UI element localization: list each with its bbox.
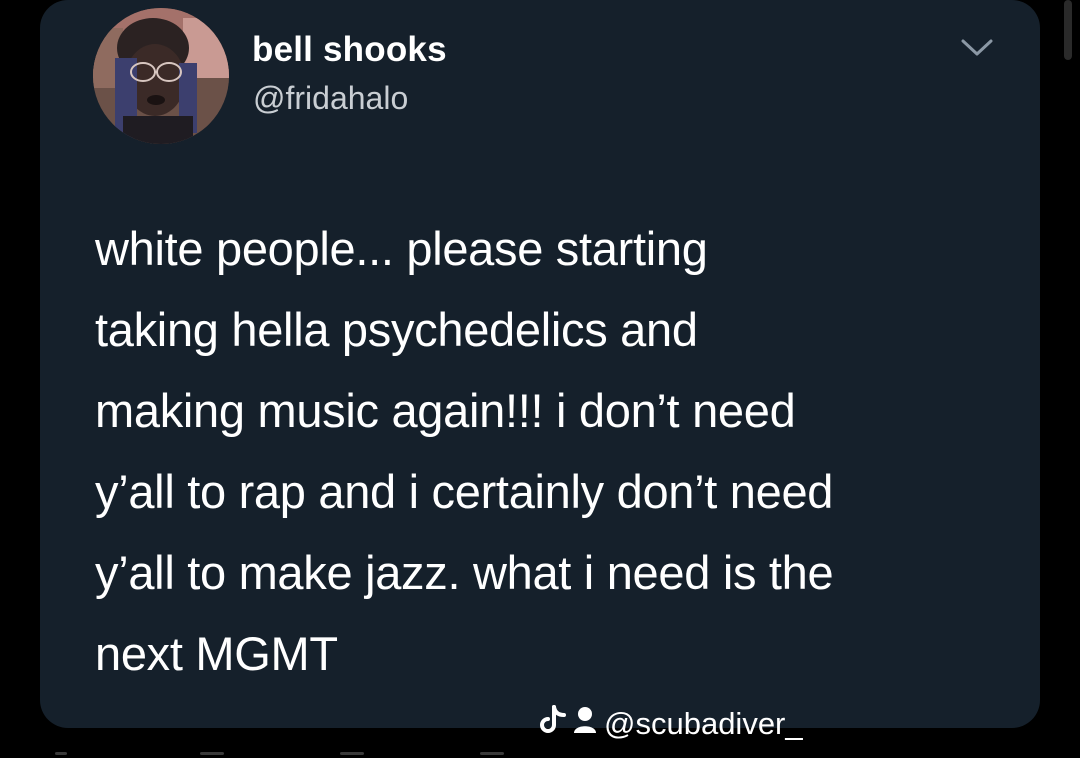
tweet-text: white people... please starting taking h… bbox=[95, 222, 834, 680]
user-handle[interactable]: @fridahalo bbox=[253, 80, 408, 117]
screenshot-stage: bell shooks @fridahalo white people... p… bbox=[0, 0, 1080, 758]
scrollbar[interactable] bbox=[1064, 0, 1072, 60]
user-icon bbox=[572, 705, 598, 743]
tiktok-watermark: @scubadiver_ bbox=[540, 702, 803, 746]
watermark-handle: @scubadiver_ bbox=[604, 706, 803, 741]
profile-photo-icon bbox=[93, 8, 229, 144]
tiktok-icon bbox=[540, 704, 566, 744]
display-name[interactable]: bell shooks bbox=[252, 30, 447, 70]
chevron-down-icon[interactable] bbox=[958, 35, 996, 61]
avatar[interactable] bbox=[93, 8, 229, 144]
bottom-toolbar-edge bbox=[0, 748, 1080, 758]
